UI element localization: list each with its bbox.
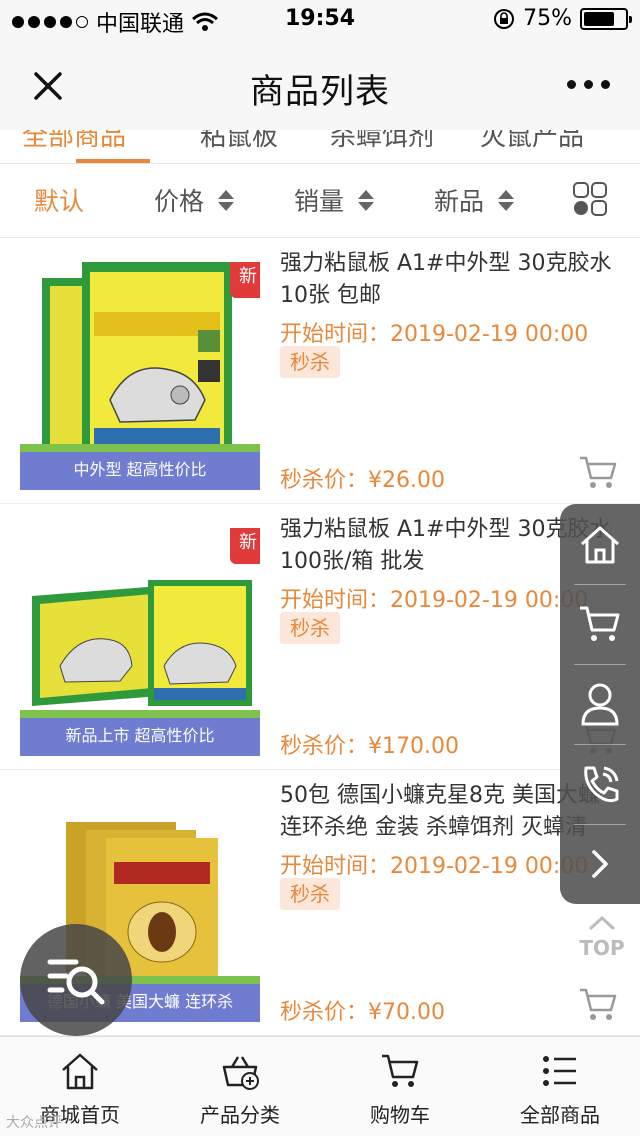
status-right: 75% [493,6,632,31]
rotation-lock-icon [494,8,515,29]
tab-all-products-label: 全部商品 [520,1103,600,1127]
back-to-top-button[interactable]: TOP [574,912,630,960]
shortcut-collapse-button[interactable] [560,824,640,904]
home-icon [62,1053,98,1090]
battery-icon [580,7,632,30]
status-bar: 中国联通 19:54 75% [0,0,640,40]
page-title: 商品列表 [250,72,390,112]
shortcut-profile-button[interactable] [560,664,640,744]
shortcut-call-button[interactable] [560,744,640,824]
sort-price-label: 价格 [154,187,205,216]
new-badge: 新 [230,528,260,564]
search-list-icon [47,959,105,1005]
floating-search-button[interactable] [20,924,132,1036]
sort-sales[interactable]: 销量 [294,182,375,218]
product-card[interactable]: 新 中外型 超高性价比 强力粘鼠板 A1#中外型 30克胶水 10张 包邮 开始… [0,238,640,504]
product-start-time: 开始时间：2019-02-19 00:00 [280,588,589,613]
shortcut-cart-button[interactable] [560,584,640,664]
chevron-up-icon [589,915,615,930]
cart-icon [382,1054,419,1087]
product-price: 秒杀价：¥26.00 [280,468,445,493]
sort-default-label: 默认 [34,187,85,216]
watermark: 大众点评 [6,1115,62,1131]
product-caption: 新品上市 超高性价比 [20,710,260,756]
tab-category[interactable]: 产品分类 [160,1037,320,1137]
add-to-cart-icon[interactable] [578,454,618,490]
product-price: 秒杀价：¥170.00 [280,734,459,759]
sort-arrows-icon [498,189,515,211]
product-name[interactable]: 强力粘鼠板 A1#中外型 30克胶水 10张 包邮 [280,248,620,312]
tab-cart[interactable]: 购物车 [320,1037,480,1137]
home-icon [581,526,619,564]
flash-sale-tag: 秒杀 [280,612,340,644]
bottom-tab-bar: 商城首页 产品分类 购物车 全部商品 [0,1036,640,1136]
sort-price[interactable]: 价格 [154,182,235,218]
sort-new[interactable]: 新品 [434,182,515,218]
new-badge: 新 [230,262,260,298]
shortcut-home-button[interactable] [560,504,640,584]
sort-bar: 默认 价格 销量 新品 [0,164,640,238]
flash-sale-tag: 秒杀 [280,878,340,910]
more-menu-icon[interactable] [567,80,610,89]
basket-plus-icon [222,1056,259,1090]
sort-sales-label: 销量 [294,187,345,216]
cart-icon [580,606,620,641]
product-image[interactable]: 新 新品上市 超高性价比 [20,516,260,756]
product-image[interactable]: 新 中外型 超高性价比 [20,250,260,490]
battery-percent: 75% [523,6,572,31]
floating-shortcut-panel [560,504,640,904]
product-start-time: 开始时间：2019-02-19 00:00 [280,854,589,879]
product-caption: 中外型 超高性价比 [20,444,260,490]
category-tab-roach-bait[interactable]: 杀蟑饵剂 [330,130,434,153]
tab-category-label: 产品分类 [200,1103,280,1127]
active-tab-underline [76,159,150,163]
tab-cart-label: 购物车 [370,1103,430,1127]
add-to-cart-icon[interactable] [578,986,618,1022]
category-tab-strip: 全部商品 粘鼠板 杀蟑饵剂 灭鼠产品 [0,130,640,164]
user-icon [581,683,619,726]
flash-sale-tag: 秒杀 [280,346,340,378]
product-start-time: 开始时间：2019-02-19 00:00 [280,322,589,347]
category-tab-rodent[interactable]: 灭鼠产品 [480,130,584,153]
list-icon [543,1056,576,1086]
grid-view-icon[interactable] [572,181,608,217]
product-price: 秒杀价：¥70.00 [280,1000,445,1025]
sort-arrows-icon [218,189,235,211]
sort-default[interactable]: 默认 [34,182,84,218]
category-tab-all[interactable]: 全部商品 [22,130,126,153]
tab-all-products[interactable]: 全部商品 [480,1037,640,1137]
sort-arrows-icon [358,189,375,211]
product-card[interactable]: 新 新品上市 超高性价比 强力粘鼠板 A1#中外型 30克胶水 100张/箱 批… [0,504,640,770]
chevron-right-icon [592,850,608,878]
phone-icon [584,766,619,803]
back-to-top-label: TOP [579,936,625,960]
nav-bar: 商品列表 [0,40,640,130]
category-tab-glue-board[interactable]: 粘鼠板 [200,130,278,153]
sort-new-label: 新品 [434,187,485,216]
